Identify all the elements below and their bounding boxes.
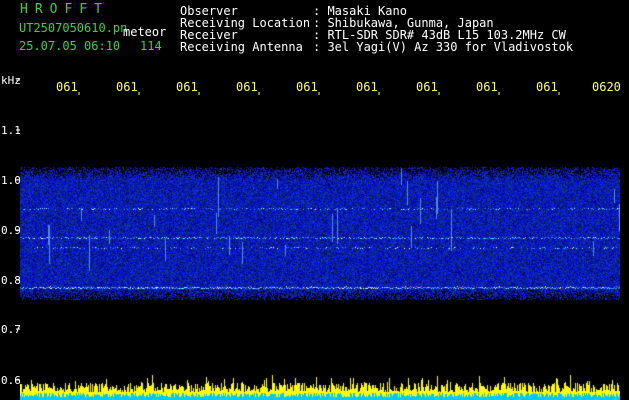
spectrogram-canvas	[20, 95, 620, 400]
